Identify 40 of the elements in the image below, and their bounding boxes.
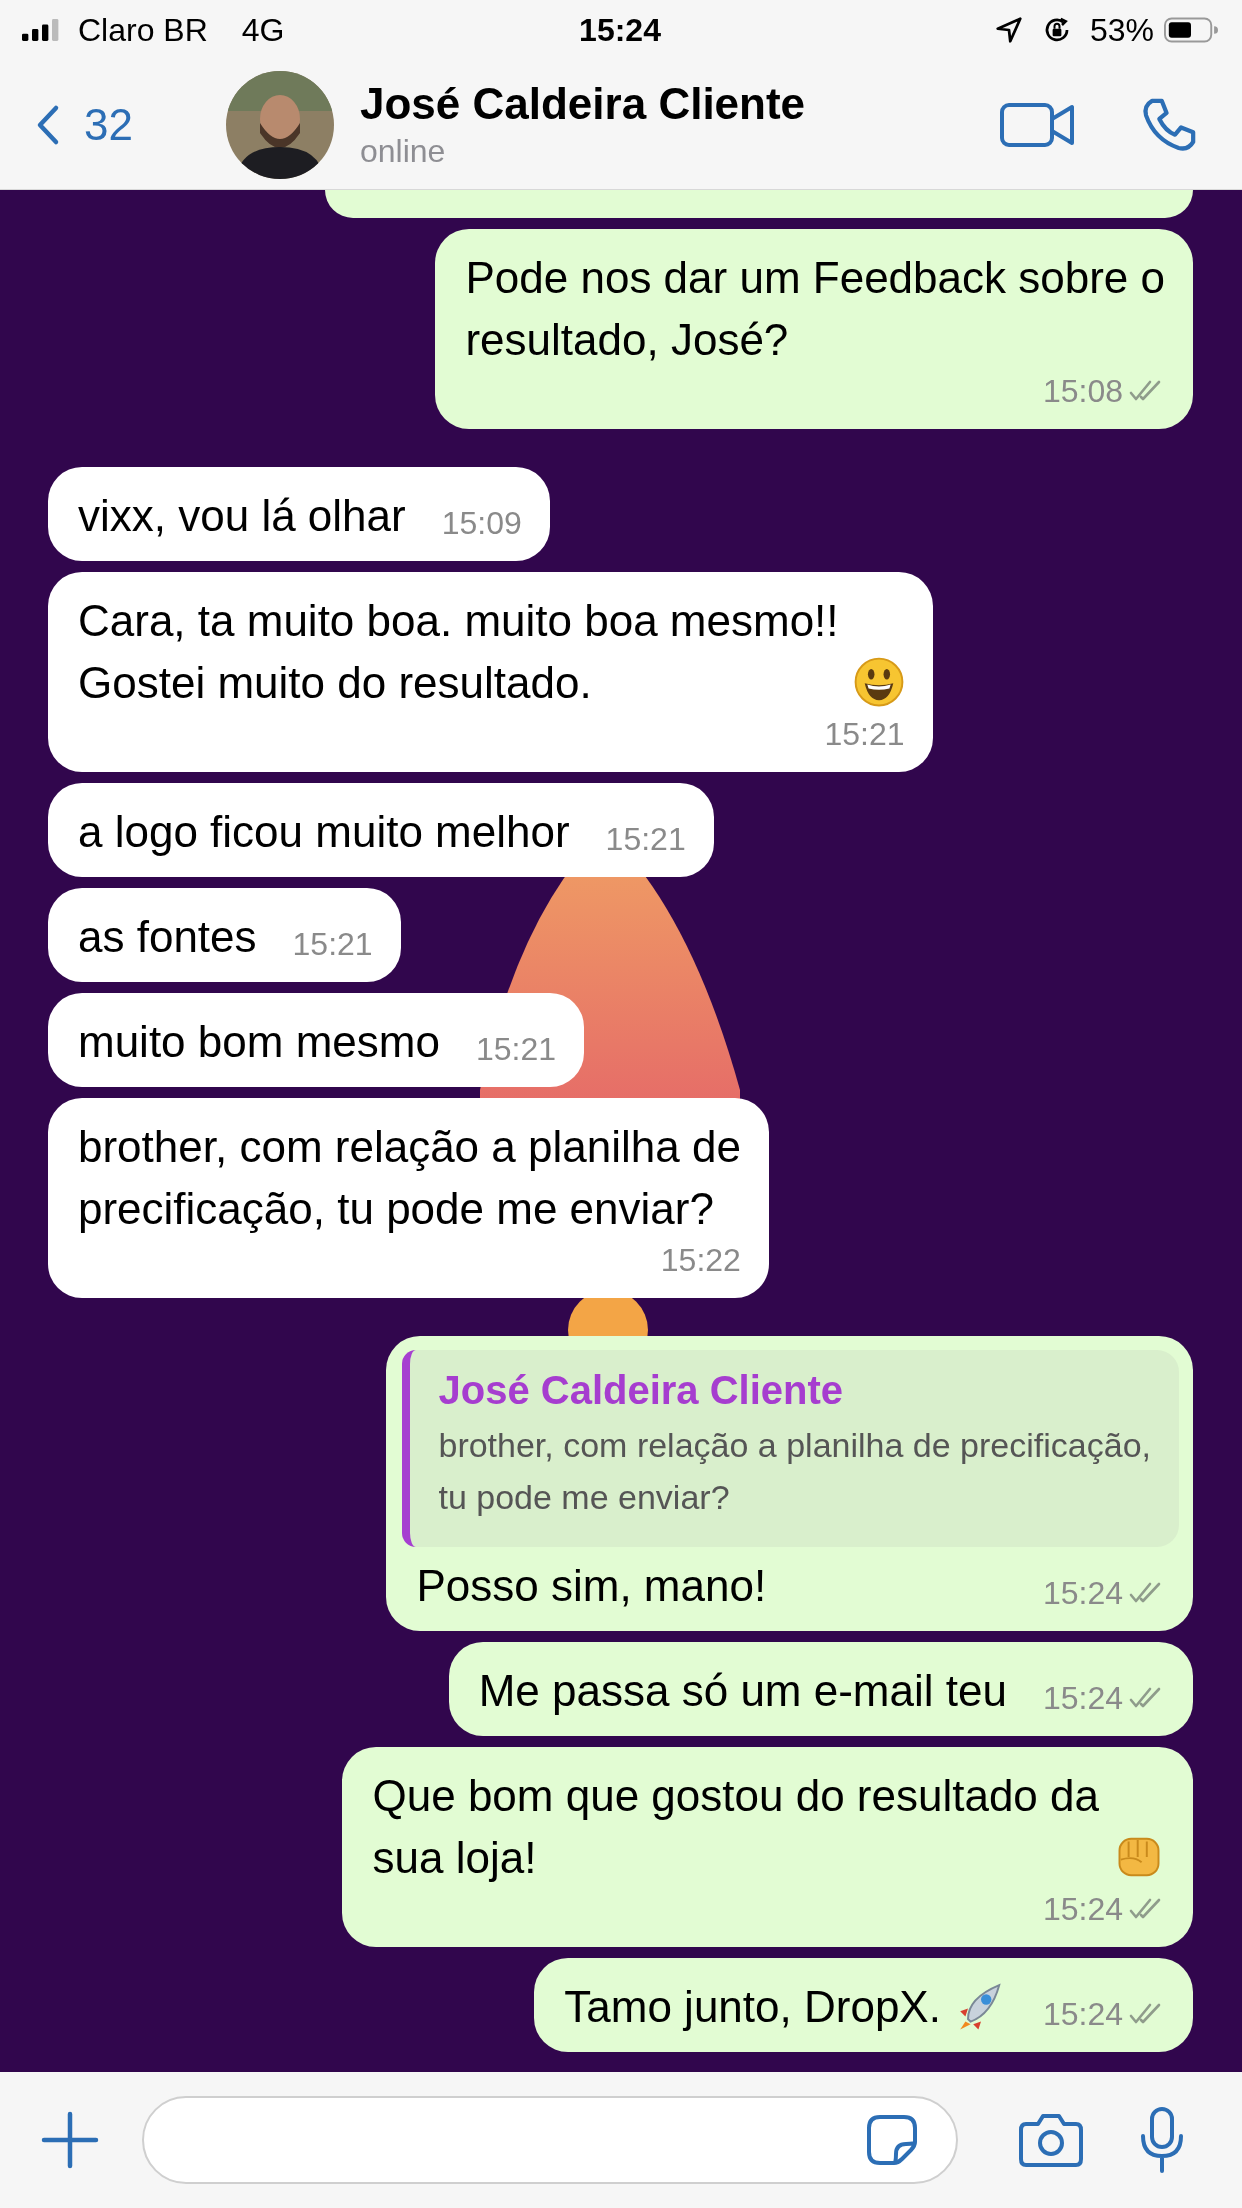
quote-author: José Caldeira Cliente — [438, 1368, 845, 1413]
add-icon[interactable] — [40, 2110, 100, 2170]
message-text: Posso sim, mano! — [416, 1560, 767, 1612]
message-time: 15:24 — [1042, 1890, 1123, 1929]
message-text: a logo ficou muito melhor — [78, 806, 570, 858]
message-text: Que bom que gostou do resultado da sua loja! — [372, 1770, 1099, 1884]
back-icon — [36, 103, 60, 146]
message-time: 15:24 — [1042, 1679, 1123, 1718]
message-text: Me passa só um e-mail teu — [478, 1665, 1007, 1717]
message-time: 15:09 — [441, 504, 522, 543]
camera-icon[interactable] — [1018, 2112, 1084, 2168]
message-time: 15:22 — [660, 1241, 741, 1280]
sticker-icon[interactable] — [866, 2114, 918, 2166]
message-text: Cara, ta muito boa. muito boa mesmo!! Gostei muito do resultado. — [78, 595, 839, 709]
message-time: 15:21 — [824, 715, 905, 754]
message-text: brother, com relação a planilha de precificação, tu pode me enviar? — [78, 1121, 741, 1235]
contact-name: José Caldeira Cliente — [360, 79, 807, 129]
carrier-name: Claro BR — [78, 11, 208, 49]
location-icon — [993, 15, 1024, 45]
battery-percent: 53% — [1089, 11, 1154, 49]
message-time: 15:24 — [1042, 1995, 1123, 2034]
message-text: muito bom mesmo — [78, 1016, 440, 1068]
presence-status: online — [360, 133, 447, 170]
message-time: 15:21 — [292, 925, 373, 964]
message-text: Pode nos dar um Feedback sobre o resultado, José? — [465, 252, 1165, 366]
message-time: 15:24 — [1042, 1574, 1123, 1613]
microphone-icon[interactable] — [1138, 2106, 1186, 2174]
video-call-icon[interactable] — [1000, 100, 1076, 149]
battery-icon — [1164, 17, 1218, 43]
message-text: as fontes — [78, 911, 257, 963]
quote-text: brother, com relação a planilha de precificação, tu pode me enviar? — [438, 1425, 1151, 1518]
message-time: 15:21 — [605, 820, 686, 859]
message-time: 15:08 — [1042, 372, 1123, 411]
smiley-emoji-icon — [852, 656, 905, 708]
network-type: 4G — [241, 11, 285, 49]
message-time: 15:21 — [475, 1030, 556, 1069]
message-text: Tamo junto, DropX. — [564, 1981, 941, 2033]
clock: 15:24 — [579, 11, 661, 49]
message-text: vixx, vou lá olhar — [78, 490, 406, 542]
back-button[interactable]: 32 — [36, 99, 216, 150]
